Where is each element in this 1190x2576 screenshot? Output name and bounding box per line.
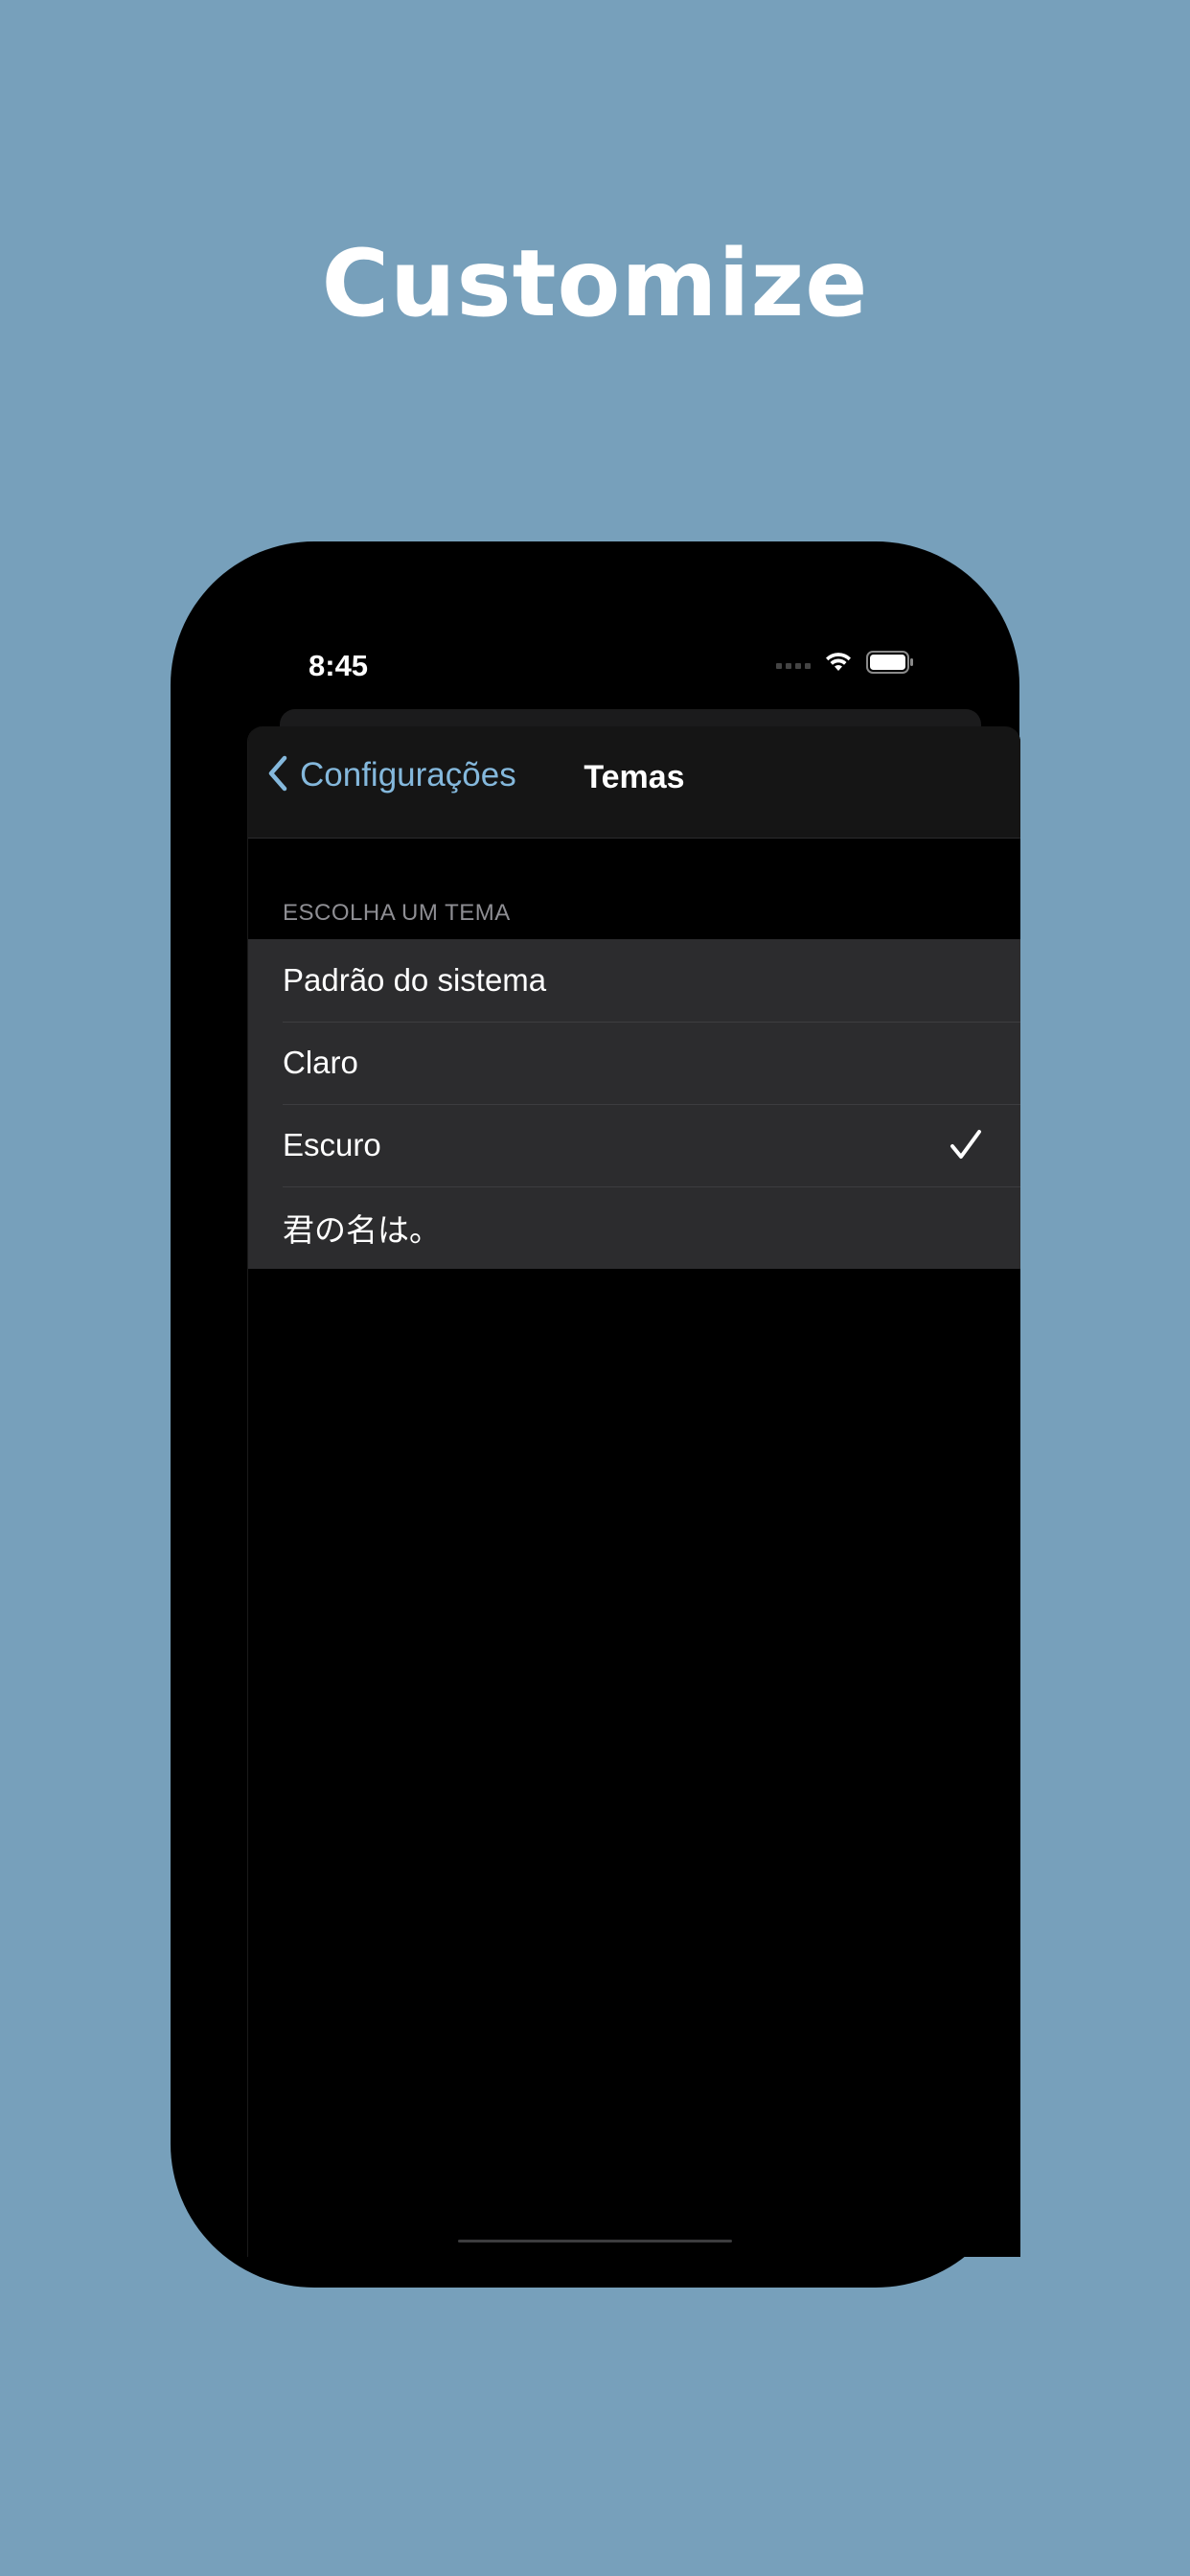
battery-icon — [866, 651, 914, 674]
navigation-bar: Configurações Temas — [248, 726, 1020, 839]
signal-icon — [776, 663, 811, 669]
theme-option-label: Claro — [283, 1045, 358, 1080]
theme-option-kimi-no-na-wa[interactable]: 君の名は。 — [248, 1186, 1020, 1269]
phone-frame: 8:45 Configurações Temas ESCOLHA UM TEMA… — [171, 541, 1020, 2288]
chevron-left-icon — [267, 755, 288, 795]
theme-option-label: Escuro — [283, 1127, 381, 1162]
home-indicator[interactable] — [458, 2240, 732, 2242]
theme-option-system[interactable]: Padrão do sistema — [248, 939, 1020, 1022]
headline: Customize — [321, 230, 869, 337]
checkmark-icon — [950, 1129, 982, 1165]
theme-list: Padrão do sistema Claro Escuro 君の名は。 — [248, 939, 1020, 1269]
wifi-icon — [824, 652, 853, 673]
theme-option-light[interactable]: Claro — [248, 1022, 1020, 1104]
back-button-label: Configurações — [300, 756, 516, 794]
status-icons — [776, 651, 914, 674]
back-button[interactable]: Configurações — [267, 755, 516, 795]
themes-sheet: Configurações Temas ESCOLHA UM TEMA Padr… — [247, 726, 1020, 2257]
section-header: ESCOLHA UM TEMA — [283, 900, 511, 926]
theme-option-label: 君の名は。 — [283, 1212, 441, 1248]
theme-option-label: Padrão do sistema — [283, 962, 547, 998]
phone-screen: 8:45 Configurações Temas ESCOLHA UM TEMA… — [209, 580, 1020, 2257]
theme-option-dark[interactable]: Escuro — [248, 1104, 1020, 1186]
status-time: 8:45 — [309, 649, 369, 682]
